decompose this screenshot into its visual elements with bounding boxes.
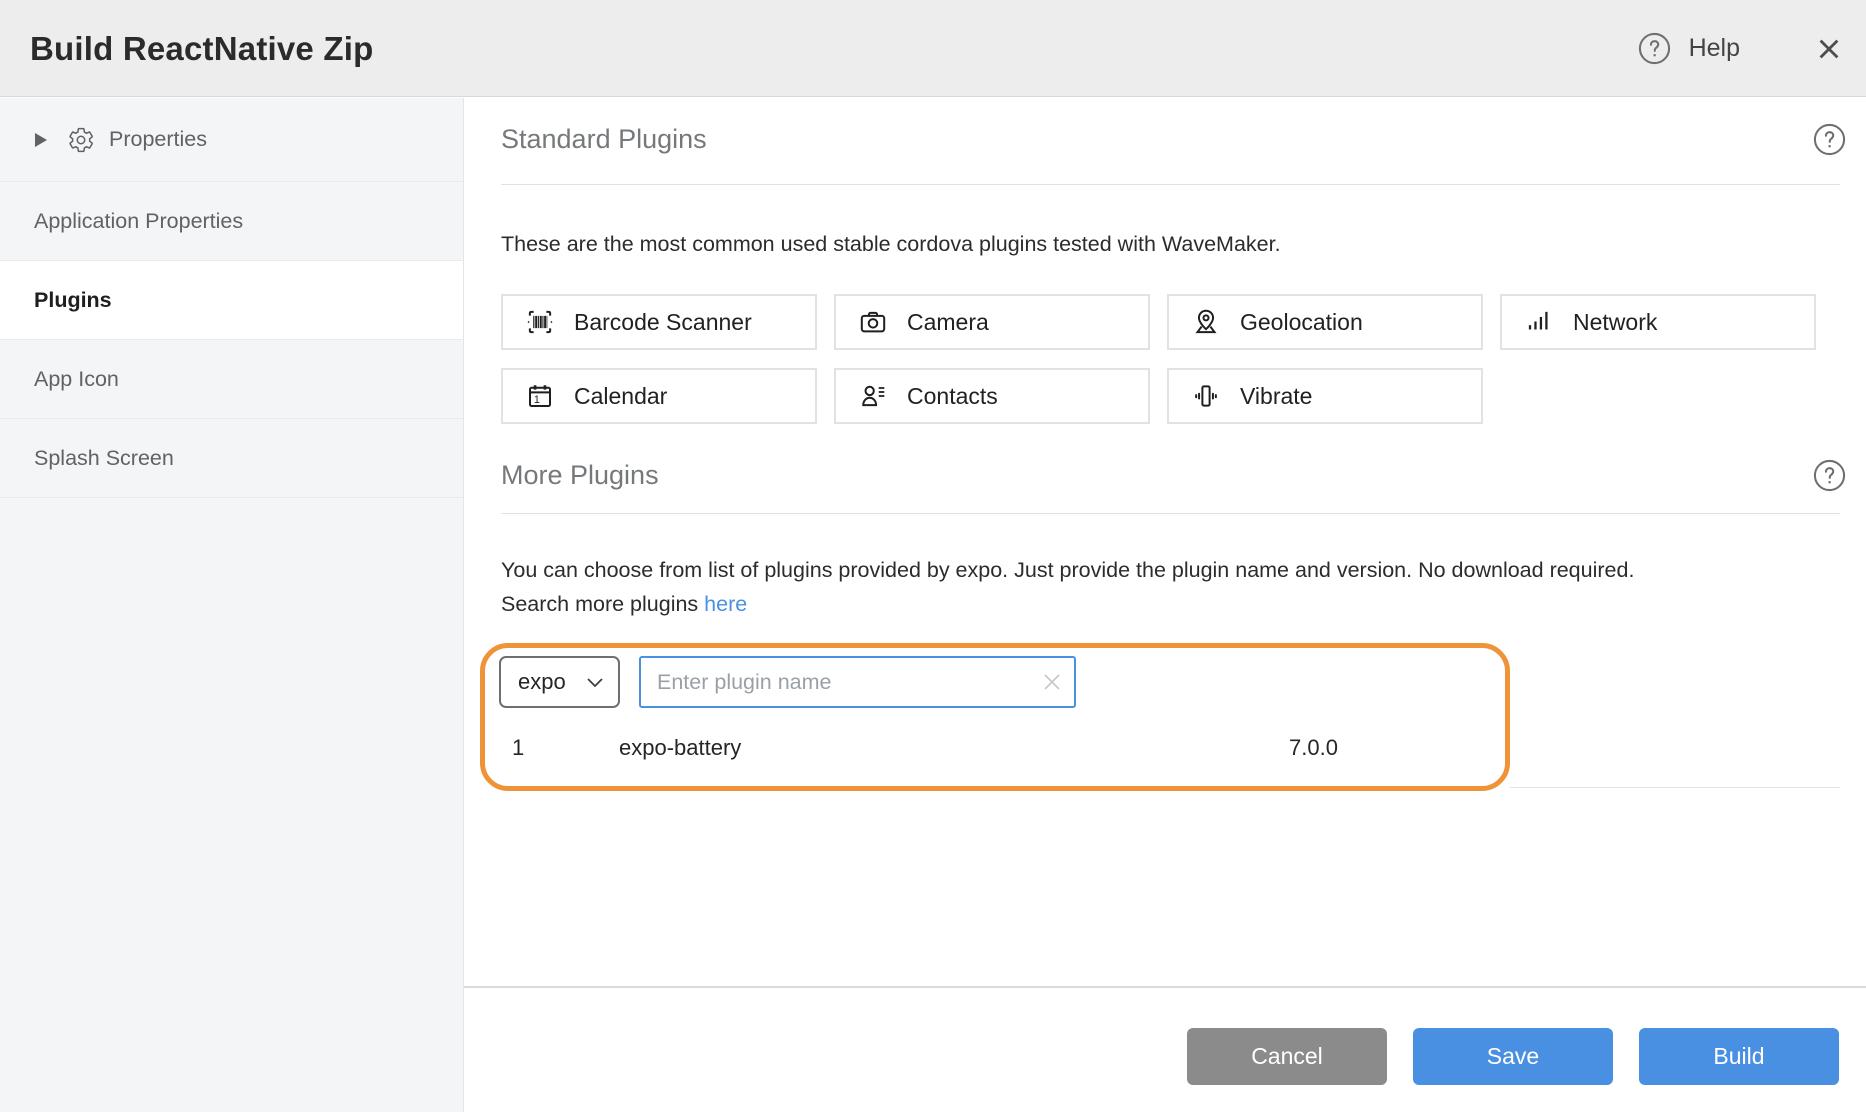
standard-plugins-title: Standard Plugins <box>501 124 707 155</box>
close-button[interactable] <box>1812 32 1846 66</box>
cancel-button[interactable]: Cancel <box>1187 1028 1387 1085</box>
standard-plugins-grid: Barcode Scanner Camera <box>501 294 1816 424</box>
sidebar-item-plugins[interactable]: Plugins <box>0 261 463 340</box>
help-circle-icon[interactable] <box>1813 123 1846 156</box>
plugin-tile-label: Barcode Scanner <box>574 309 752 336</box>
dialog-title: Build ReactNative Zip <box>30 0 373 97</box>
plugin-tile-label: Camera <box>907 309 989 336</box>
build-button[interactable]: Build <box>1639 1028 1839 1085</box>
plugin-name-input-wrap <box>639 656 1076 708</box>
sidebar-item-label: Plugins <box>34 288 112 313</box>
help-circle-icon[interactable] <box>1813 459 1846 492</box>
geolocation-icon <box>1189 305 1223 339</box>
help-button[interactable]: Help <box>1638 32 1740 65</box>
sidebar-item-label: Splash Screen <box>34 446 174 471</box>
plugin-row-divider <box>1510 787 1840 788</box>
calendar-icon: 1 <box>523 379 557 413</box>
svg-text:1: 1 <box>534 394 540 406</box>
provider-select-value: expo <box>518 669 586 695</box>
footer-divider <box>464 986 1866 988</box>
plugin-tile-barcode-scanner[interactable]: Barcode Scanner <box>501 294 817 350</box>
sidebar-item-properties[interactable]: Properties <box>0 98 463 182</box>
save-button[interactable]: Save <box>1413 1028 1613 1085</box>
plugin-row-version: 7.0.0 <box>1289 735 1338 761</box>
standard-plugins-header: Standard Plugins <box>501 123 1846 156</box>
plugin-tile-label: Network <box>1573 309 1657 336</box>
plugin-tile-contacts[interactable]: Contacts <box>834 368 1150 424</box>
build-reactnative-zip-dialog: Build ReactNative Zip Help <box>0 0 1866 1112</box>
barcode-icon <box>523 305 557 339</box>
expander-triangle-icon[interactable] <box>34 132 49 148</box>
main-panel: Standard Plugins These are the most comm… <box>464 97 1866 1112</box>
more-plugins-description: You can choose from list of plugins prov… <box>501 553 1821 621</box>
chevron-down-icon <box>586 677 604 688</box>
sidebar-item-splash-screen[interactable]: Splash Screen <box>0 419 463 498</box>
sidebar-item-app-icon[interactable]: App Icon <box>0 340 463 419</box>
plugin-row: 1 expo-battery 7.0.0 <box>464 735 1510 769</box>
plugin-tile-camera[interactable]: Camera <box>834 294 1150 350</box>
search-more-plugins-link[interactable]: here <box>704 592 747 616</box>
sidebar-item-label: Properties <box>109 127 207 152</box>
contacts-icon <box>856 379 890 413</box>
clear-x-icon[interactable] <box>1040 670 1064 694</box>
sidebar-item-label: Application Properties <box>34 209 243 234</box>
plugin-tile-label: Contacts <box>907 383 998 410</box>
divider <box>501 184 1840 185</box>
more-plugins-header: More Plugins <box>501 459 1846 492</box>
plugin-name-input[interactable] <box>639 656 1076 708</box>
plugin-row-name: expo-battery <box>619 735 741 761</box>
plugin-tile-network[interactable]: Network <box>1500 294 1816 350</box>
close-icon <box>1815 35 1843 63</box>
network-icon <box>1522 305 1556 339</box>
sidebar: Properties Application Properties Plugin… <box>0 98 464 1112</box>
plugin-tile-label: Vibrate <box>1240 383 1312 410</box>
help-label[interactable]: Help <box>1689 34 1740 63</box>
standard-plugins-description: These are the most common used stable co… <box>501 227 1281 261</box>
divider <box>501 513 1840 514</box>
sidebar-item-label: App Icon <box>34 367 119 392</box>
plugin-tile-geolocation[interactable]: Geolocation <box>1167 294 1483 350</box>
gear-icon <box>67 126 95 154</box>
plugin-tile-vibrate[interactable]: Vibrate <box>1167 368 1483 424</box>
plugin-tile-label: Calendar <box>574 383 667 410</box>
help-circle-icon <box>1638 32 1671 65</box>
more-plugins-description-text: You can choose from list of plugins prov… <box>501 558 1634 582</box>
dialog-header: Build ReactNative Zip Help <box>0 0 1866 97</box>
search-more-plugins-text: Search more plugins <box>501 592 698 616</box>
plugin-tile-calendar[interactable]: 1 Calendar <box>501 368 817 424</box>
plugin-tile-label: Geolocation <box>1240 309 1363 336</box>
header-actions: Help <box>1638 0 1846 97</box>
plugin-row-index: 1 <box>512 735 524 761</box>
vibrate-icon <box>1189 379 1223 413</box>
more-plugins-title: More Plugins <box>501 460 659 491</box>
provider-select[interactable]: expo <box>499 656 620 708</box>
camera-icon <box>856 305 890 339</box>
sidebar-item-application-properties[interactable]: Application Properties <box>0 182 463 261</box>
